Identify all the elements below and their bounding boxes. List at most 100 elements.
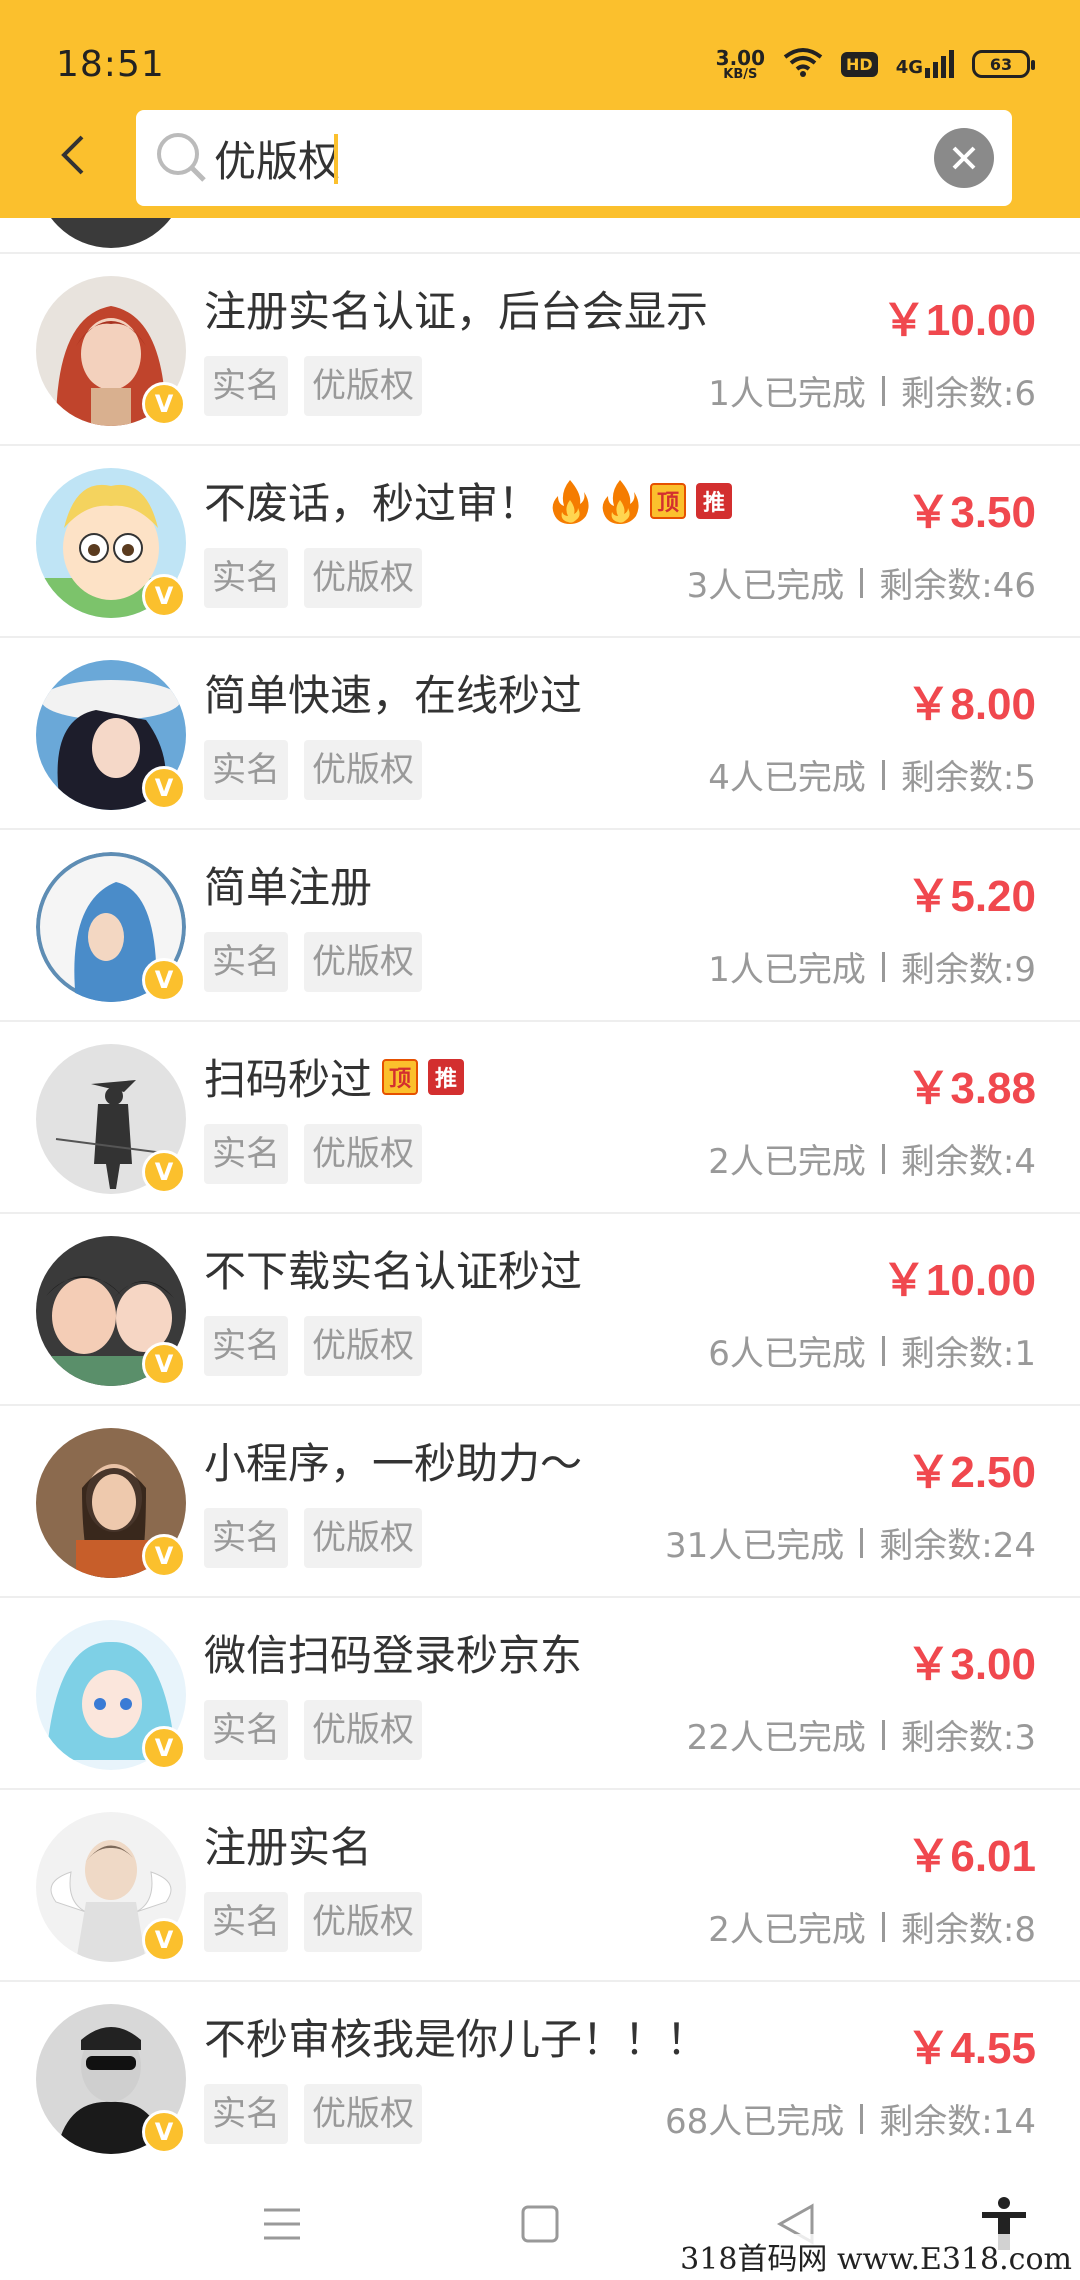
- task-tag: 实名: [204, 740, 288, 800]
- verified-badge-icon: V: [142, 958, 186, 1002]
- task-title-text: 注册实名: [204, 1823, 373, 1872]
- task-title: 不废话，秒过审！ 顶推: [204, 470, 733, 531]
- list-item[interactable]: V 小程序，一秒助力～ ￥2.50 实名 优版权 31人已完成 剩余数:24: [0, 1406, 1080, 1598]
- remaining-count: 剩余数:24: [879, 1526, 1036, 1566]
- task-stats: 3人已完成 剩余数:46: [687, 558, 1036, 607]
- verified-badge-icon: V: [142, 1918, 186, 1962]
- recommend-badge: 推: [428, 1058, 465, 1095]
- top-badge: 顶: [650, 482, 687, 519]
- wifi-icon: [783, 47, 823, 81]
- task-stats: 31人已完成 剩余数:24: [665, 1518, 1036, 1567]
- task-title: 简单快速，在线秒过: [204, 662, 582, 723]
- task-tags: 实名 优版权: [204, 548, 422, 608]
- task-price: ￥6.01: [906, 1832, 1036, 1881]
- home-button[interactable]: [500, 2192, 580, 2256]
- task-stats: 68人已完成 剩余数:14: [665, 2094, 1036, 2143]
- task-price: ￥2.50: [906, 1448, 1036, 1497]
- list-item[interactable]: V 注册实名认证，后台会显示 ￥10.00 实名 优版权 1人已完成 剩余数:6: [0, 254, 1080, 446]
- list-item[interactable]: V 不废话，秒过审！ 顶推 ￥3.50 实名 优版权 3人已完成 剩余数:46: [0, 446, 1080, 638]
- avatar: [36, 218, 186, 248]
- task-tags: 实名 优版权: [204, 2084, 422, 2144]
- net-speed-value: 3.00: [715, 45, 766, 70]
- avatar-wrapper: V: [36, 468, 186, 618]
- task-title: 简单注册: [204, 854, 372, 915]
- completed-count: 6人已完成: [708, 1334, 866, 1374]
- fire-icon: [550, 478, 590, 524]
- task-tag: 优版权: [304, 1508, 422, 1568]
- task-stats: 1人已完成 剩余数:9: [708, 942, 1036, 991]
- completed-count: 22人已完成: [686, 1718, 866, 1758]
- task-tag: 实名: [204, 548, 288, 608]
- task-tags: 实名 优版权: [204, 1316, 422, 1376]
- clear-search-button[interactable]: [934, 128, 994, 188]
- back-button[interactable]: [58, 130, 98, 180]
- task-tags: 实名 优版权: [204, 1892, 422, 1952]
- verified-badge-icon: V: [142, 382, 186, 426]
- list-item[interactable]: V 扫码秒过顶推 ￥3.88 实名 优版权 2人已完成 剩余数:4: [0, 1022, 1080, 1214]
- task-title-text: 不秒审核我是你儿子！！！: [204, 2015, 709, 2064]
- avatar-wrapper: V: [36, 276, 186, 426]
- task-price: ￥10.00: [881, 296, 1036, 345]
- task-title-text: 简单注册: [204, 863, 373, 912]
- task-title: 注册实名: [204, 1814, 372, 1875]
- network-type: 4G: [895, 57, 923, 78]
- avatar-wrapper: V: [36, 1236, 186, 1386]
- task-tag: 实名: [204, 1892, 288, 1952]
- menu-button[interactable]: [242, 2192, 322, 2256]
- avatar-wrapper: V: [36, 1620, 186, 1770]
- battery-icon: 63: [972, 50, 1035, 78]
- menu-icon: [264, 2208, 300, 2240]
- search-input[interactable]: [214, 128, 894, 188]
- task-tags: 实名 优版权: [204, 740, 422, 800]
- task-tag: 优版权: [304, 356, 422, 416]
- avatar-wrapper: V: [36, 1812, 186, 1962]
- list-item[interactable]: V 不秒审核我是你儿子！！！ ￥4.55 实名 优版权 68人已完成 剩余数:14: [0, 1982, 1080, 2174]
- task-price: ￥3.00: [906, 1640, 1036, 1689]
- task-title: 扫码秒过顶推: [204, 1046, 465, 1107]
- fire-icon: [600, 478, 640, 524]
- task-tag: 优版权: [304, 1892, 422, 1952]
- avatar-wrapper: V: [36, 852, 186, 1002]
- task-tag: 实名: [204, 1316, 288, 1376]
- hd-badge: HD: [841, 51, 878, 77]
- divider: [881, 1719, 885, 1750]
- divider: [881, 1143, 885, 1174]
- avatar-wrapper: V: [36, 2004, 186, 2154]
- list-item-partial: [0, 218, 1080, 254]
- list-item[interactable]: V 简单快速，在线秒过 ￥8.00 实名 优版权 4人已完成 剩余数:5: [0, 638, 1080, 830]
- list-item[interactable]: V 微信扫码登录秒京东 ￥3.00 实名 优版权 22人已完成 剩余数:3: [0, 1598, 1080, 1790]
- battery-level: 63: [989, 54, 1013, 74]
- list-item[interactable]: V 注册实名 ￥6.01 实名 优版权 2人已完成 剩余数:8: [0, 1790, 1080, 1982]
- task-tag: 优版权: [304, 1316, 422, 1376]
- avatar-wrapper: V: [36, 1428, 186, 1578]
- search-box[interactable]: [136, 110, 1012, 206]
- task-tag: 实名: [204, 1700, 288, 1760]
- status-icons: 3.00 KB/S HD 4G 63: [716, 44, 1035, 84]
- task-stats: 6人已完成 剩余数:1: [708, 1326, 1036, 1375]
- completed-count: 3人已完成: [686, 566, 845, 606]
- verified-badge-icon: V: [142, 2110, 186, 2154]
- task-list: V 注册实名认证，后台会显示 ￥10.00 实名 优版权 1人已完成 剩余数:6 V 不废话，秒…: [0, 218, 1080, 2174]
- verified-badge-icon: V: [142, 1726, 186, 1770]
- verified-badge-icon: V: [142, 1150, 186, 1194]
- list-item[interactable]: V 不下载实名认证秒过 ￥10.00 实名 优版权 6人已完成 剩余数:1: [0, 1214, 1080, 1406]
- remaining-count: 剩余数:3: [900, 1718, 1036, 1758]
- net-speed: 3.00 KB/S: [716, 48, 765, 81]
- task-price: ￥4.55: [906, 2024, 1036, 2073]
- task-tag: 优版权: [304, 740, 422, 800]
- top-header: 18:51 3.00 KB/S HD 4G 63: [0, 0, 1080, 218]
- task-tag: 优版权: [304, 1124, 422, 1184]
- task-title-text: 简单快速，在线秒过: [204, 671, 583, 720]
- completed-count: 68人已完成: [665, 2102, 845, 2142]
- task-title: 不下载实名认证秒过: [204, 1238, 582, 1299]
- task-tags: 实名 优版权: [204, 932, 422, 992]
- task-price: ￥5.20: [906, 872, 1036, 921]
- avatar-wrapper: V: [36, 1044, 186, 1194]
- task-tags: 实名 优版权: [204, 356, 422, 416]
- task-tag: 实名: [204, 932, 288, 992]
- verified-badge-icon: V: [142, 1342, 186, 1386]
- remaining-count: 剩余数:14: [879, 2102, 1036, 2142]
- task-tag: 实名: [204, 1508, 288, 1568]
- list-item[interactable]: V 简单注册 ￥5.20 实名 优版权 1人已完成 剩余数:9: [0, 830, 1080, 1022]
- verified-badge-icon: V: [142, 574, 186, 618]
